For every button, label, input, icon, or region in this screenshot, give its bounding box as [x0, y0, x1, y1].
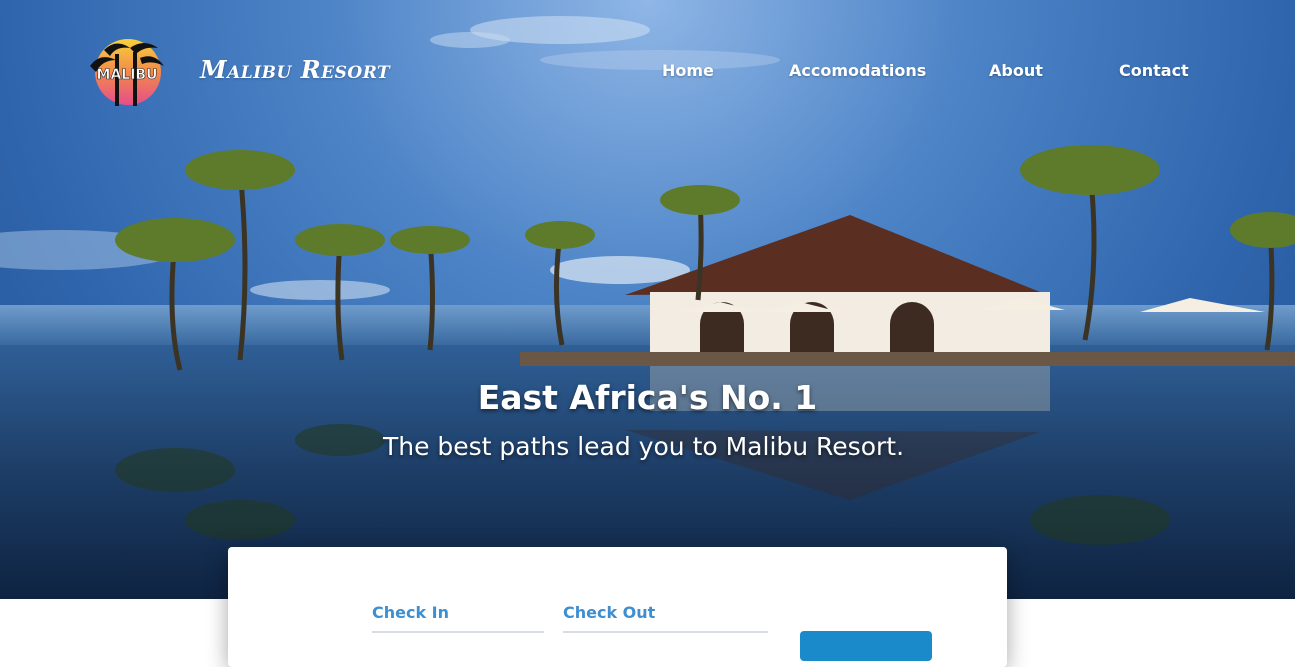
resort-pool-photo — [0, 16, 1295, 599]
brand-name[interactable]: Malibu Resort — [200, 55, 390, 84]
hero-title: East Africa's No. 1 — [477, 378, 818, 417]
nav-item-home[interactable]: Home — [662, 61, 714, 80]
logo-text: MALIBU — [97, 67, 158, 83]
logo[interactable]: MALIBU — [86, 30, 168, 110]
palm-sunset-logo-icon: MALIBU — [90, 39, 164, 106]
check-in-label: Check In — [372, 603, 450, 622]
booking-form: Check In Check Out — [228, 547, 1007, 667]
hero-banner: MALIBU Malibu Resort Home Accomodations … — [0, 0, 1295, 599]
nav-item-contact[interactable]: Contact — [1119, 61, 1189, 80]
nav-item-about[interactable]: About — [989, 61, 1043, 80]
check-out-input[interactable] — [563, 631, 768, 633]
check-availability-button[interactable] — [800, 631, 932, 661]
check-in-input[interactable] — [372, 631, 544, 633]
hero-subtitle: The best paths lead you to Malibu Resort… — [382, 432, 905, 461]
check-out-label: Check Out — [563, 603, 656, 622]
nav-item-accomodations[interactable]: Accomodations — [789, 61, 926, 80]
